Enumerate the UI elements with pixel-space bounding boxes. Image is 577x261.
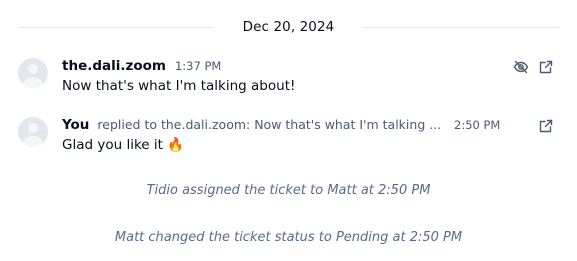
open-external-icon[interactable] bbox=[538, 59, 554, 75]
message-time: 1:37 PM bbox=[174, 59, 222, 73]
message-header: the.dali.zoom 1:37 PM bbox=[62, 58, 221, 76]
message-text: Glad you like it 🔥 bbox=[62, 137, 185, 153]
message-header: You replied to the.dali.zoom: Now that's… bbox=[62, 117, 441, 135]
message-time: 2:50 PM bbox=[454, 118, 501, 132]
avatar[interactable] bbox=[18, 58, 48, 88]
message-item: the.dali.zoom 1:37 PM Now that's what I'… bbox=[18, 58, 559, 98]
divider-line-right bbox=[364, 26, 560, 28]
open-external-icon[interactable] bbox=[538, 118, 554, 134]
message-item: You replied to the.dali.zoom: Now that's… bbox=[18, 117, 559, 157]
system-event: Matt changed the ticket status to Pendin… bbox=[114, 230, 463, 245]
reply-context[interactable]: replied to the.dali.zoom: Now that's wha… bbox=[97, 117, 441, 132]
avatar[interactable] bbox=[18, 117, 48, 147]
message-text: Now that's what I'm talking about! bbox=[62, 78, 296, 94]
divider-line-left bbox=[18, 26, 213, 28]
eye-off-icon[interactable] bbox=[513, 59, 529, 75]
date-label: Dec 20, 2024 bbox=[242, 19, 335, 35]
system-event: Tidio assigned the ticket to Matt at 2:5… bbox=[146, 183, 431, 198]
message-author[interactable]: the.dali.zoom bbox=[62, 58, 166, 74]
message-author: You bbox=[62, 117, 90, 133]
date-divider: Dec 20, 2024 bbox=[18, 16, 560, 38]
